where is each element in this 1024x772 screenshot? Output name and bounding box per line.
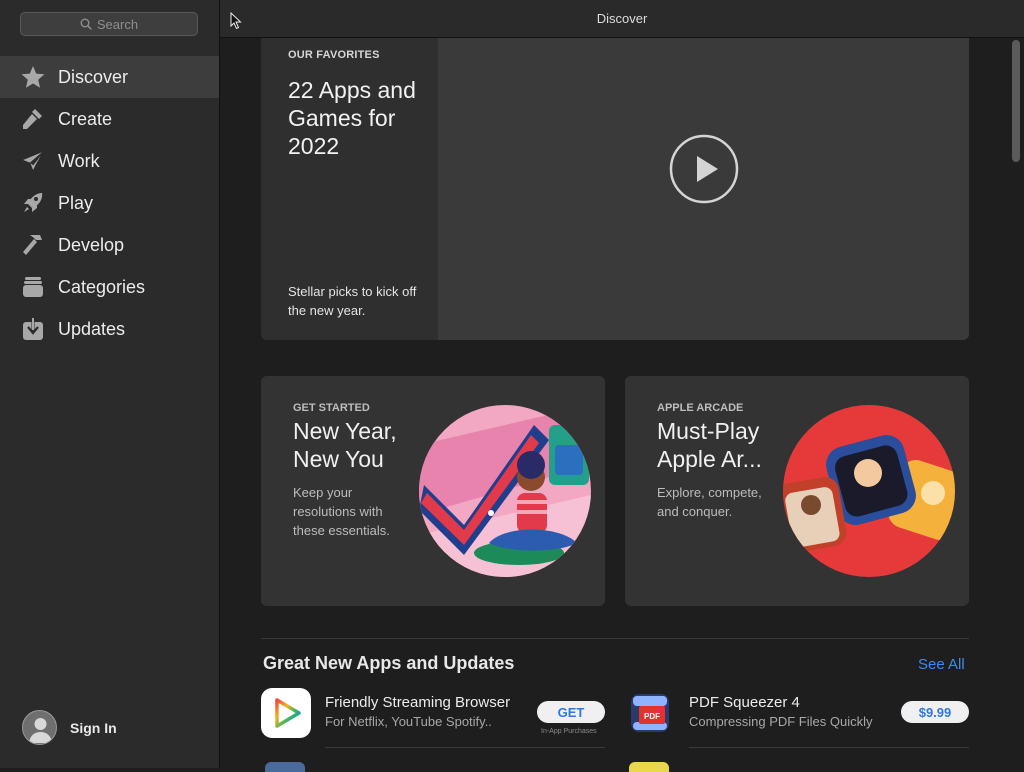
sidebar-item-updates[interactable]: Updates [0, 308, 219, 350]
sidebar-item-label: Develop [58, 234, 125, 255]
play-triangle-app-icon [261, 688, 311, 738]
section-divider [261, 638, 969, 639]
card-eyebrow: GET STARTED [293, 402, 370, 414]
app-name: Friendly Streaming Browser [325, 694, 511, 711]
person-icon [29, 718, 52, 743]
price-button[interactable]: $9.99 [901, 701, 969, 723]
sidebar-item-label: Play [58, 192, 94, 213]
sidebar-item-label: Categories [58, 276, 146, 297]
card-subtitle: Keep your resolutions with these essenti… [293, 485, 390, 538]
app-row-pdf-squeezer[interactable]: PDF PDF Squeezer 4 Compressing PDF Files… [625, 688, 969, 738]
hero-video[interactable] [438, 38, 969, 340]
row-divider [689, 747, 969, 748]
paper-plane-icon [20, 148, 46, 174]
story-card-get-started[interactable]: GET STARTED New Year, New You Keep your … [261, 376, 605, 606]
page-title: Discover [596, 11, 648, 26]
app-name: PDF Squeezer 4 [689, 694, 800, 711]
star-icon [20, 64, 46, 90]
arcade-games-illustration [783, 405, 955, 577]
vertical-scrollbar[interactable] [1012, 40, 1020, 162]
mouse-cursor-icon [230, 12, 242, 30]
row-divider [325, 747, 605, 748]
sidebar-item-categories[interactable]: Categories [0, 266, 219, 308]
app-description: Compressing PDF Files Quickly [689, 714, 873, 729]
see-all-link[interactable]: See All [918, 656, 965, 673]
next-app-icon-partial [265, 762, 305, 772]
brush-icon [20, 106, 46, 132]
hammer-icon [20, 232, 46, 258]
card-headline: New Year, New You [293, 418, 397, 472]
play-icon[interactable] [669, 134, 739, 204]
search-field[interactable]: Search [20, 12, 198, 36]
svg-text:PDF: PDF [644, 712, 660, 721]
card-subtitle: Explore, compete, and conquer. [657, 485, 762, 519]
card-eyebrow: APPLE ARCADE [657, 402, 744, 414]
pdf-squeezer-app-icon: PDF [625, 688, 675, 738]
section-title: Great New Apps and Updates [263, 653, 515, 673]
sidebar-item-label: Create [58, 108, 113, 129]
hero-text-panel: OUR FAVORITES 22 Apps and Games for 2022… [261, 38, 438, 340]
sign-in-button[interactable]: Sign In [22, 710, 117, 745]
get-button[interactable]: GET [537, 701, 605, 723]
hero-headline: 22 Apps and Games for 2022 [288, 77, 416, 159]
sidebar-item-label: Work [58, 150, 100, 171]
search-icon [80, 18, 92, 30]
sidebar-nav: Discover Create Work Play Develop Catego… [0, 56, 219, 350]
card-headline: Must-Play Apple Ar... [657, 418, 762, 472]
hero-card[interactable]: OUR FAVORITES 22 Apps and Games for 2022… [261, 38, 969, 340]
app-row-friendly-streaming-browser[interactable]: Friendly Streaming Browser For Netflix, … [261, 688, 605, 738]
rocket-icon [20, 190, 46, 216]
sidebar: Search Discover Create Work Play Develop… [0, 0, 220, 768]
sidebar-item-discover[interactable]: Discover [0, 56, 219, 98]
search-placeholder: Search [96, 16, 139, 32]
hero-subtitle: Stellar picks to kick off the new year. [288, 284, 417, 318]
app-description: For Netflix, YouTube Spotify.. [325, 714, 492, 729]
next-app-icon-partial [629, 762, 669, 772]
sidebar-item-develop[interactable]: Develop [0, 224, 219, 266]
sidebar-item-label: Discover [58, 66, 129, 87]
title-bar: Discover [220, 0, 1024, 38]
in-app-purchases-note: In-App Purchases [541, 728, 597, 735]
stack-icon [20, 274, 46, 300]
sidebar-item-label: Updates [58, 318, 126, 339]
sidebar-item-play[interactable]: Play [0, 182, 219, 224]
sign-in-label: Sign In [70, 719, 117, 736]
sidebar-item-create[interactable]: Create [0, 98, 219, 140]
download-icon [20, 316, 46, 342]
sidebar-item-work[interactable]: Work [0, 140, 219, 182]
meditation-illustration [419, 405, 591, 577]
story-card-apple-arcade[interactable]: APPLE ARCADE Must-Play Apple Ar... Explo… [625, 376, 969, 606]
hero-eyebrow: OUR FAVORITES [288, 49, 380, 61]
avatar [22, 710, 57, 745]
